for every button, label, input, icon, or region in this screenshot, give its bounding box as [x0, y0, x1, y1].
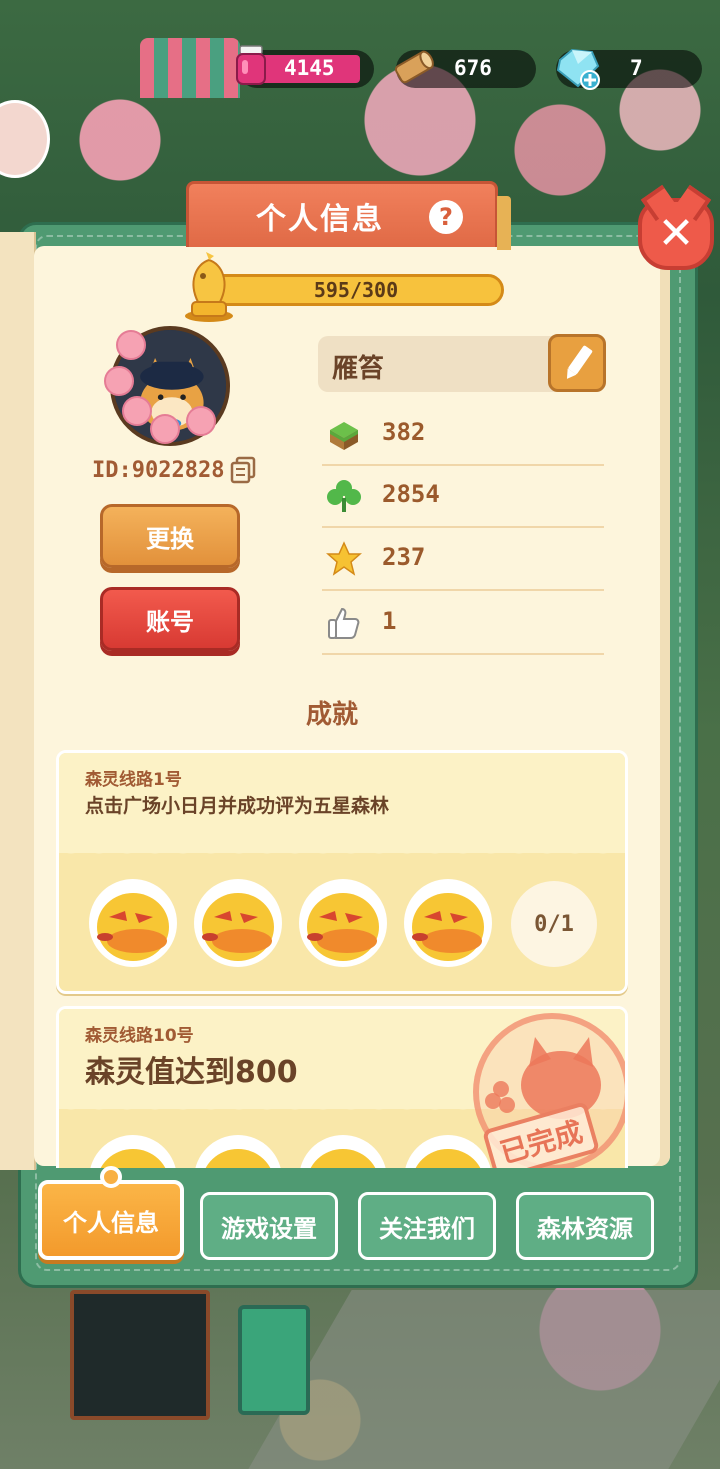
achievement-card: 森灵线路1号 点击广场小日月并成功评为五星森林 0/1 [56, 750, 628, 994]
reward-slot[interactable] [194, 1135, 282, 1168]
level-progress-bar: 595/300 [208, 274, 504, 306]
reward-slot[interactable] [89, 1135, 177, 1168]
wood-resource[interactable]: 676 [394, 50, 536, 88]
clover-icon [327, 480, 361, 512]
ink-value: 4145 [284, 56, 335, 80]
achievements-title: 成就 [305, 700, 358, 730]
achievement-subtitle: 森灵线路1号 [85, 770, 182, 790]
duck-reward-icon [310, 1149, 376, 1168]
panel-title: 个人信息 [256, 201, 384, 237]
ink-resource[interactable]: 4145 [236, 45, 374, 88]
level-progress-text: 595/300 [313, 278, 399, 302]
avatar-flower [122, 396, 152, 426]
reward-slot[interactable] [299, 1135, 387, 1168]
duck-reward-icon [415, 1149, 481, 1168]
avatar-flower [186, 406, 216, 436]
achievement-card: 森灵线路10号 森灵值达到800 已完成 [56, 1006, 628, 1168]
shop-awning [140, 38, 240, 98]
close-button[interactable]: ✕ [638, 198, 714, 270]
tab-follow-us[interactable]: 关注我们 [358, 1192, 496, 1260]
stat-value: 382 [382, 418, 426, 446]
duck-reward-icon [412, 893, 484, 961]
achievement-description: 森灵值达到800 [85, 1055, 298, 1090]
stat-row-likes: 1 [322, 595, 604, 655]
achievement-list[interactable]: 森灵线路1号 点击广场小日月并成功评为五星森林 0/1 森灵线路10号 森灵值达… [52, 744, 632, 1168]
stat-row-star: 237 [322, 531, 604, 591]
achievement-progress: 0/1 [511, 881, 597, 967]
duck-reward-icon [205, 1149, 271, 1168]
copy-icon[interactable] [228, 455, 258, 485]
completed-stamp: 已完成 [473, 1013, 625, 1168]
reward-slot[interactable] [404, 1135, 492, 1168]
change-avatar-button[interactable]: 更换 [100, 504, 240, 568]
grass-block-icon [330, 422, 358, 450]
gem-value: 7 [630, 56, 643, 80]
stat-value: 237 [382, 543, 426, 571]
phone-booth [238, 1305, 310, 1415]
ink-jar-icon [234, 44, 268, 88]
avatar-flower [116, 330, 146, 360]
tab-pin [100, 1166, 122, 1188]
duck-reward-icon [307, 893, 379, 961]
diamond-icon [554, 46, 602, 92]
reward-slot[interactable] [194, 879, 282, 967]
avatar-flower [104, 366, 134, 396]
star-icon [326, 541, 362, 576]
close-icon: ✕ [657, 208, 695, 259]
reward-slot[interactable] [404, 879, 492, 967]
account-button[interactable]: 账号 [100, 587, 240, 651]
tab-label: 关注我们 [379, 1214, 475, 1243]
help-icon[interactable]: ? [429, 200, 463, 234]
stat-value: 2854 [382, 480, 440, 508]
gem-resource[interactable]: 7 [556, 48, 702, 90]
pencil-icon [566, 345, 593, 379]
panel-title-tab: 个人信息 ? [186, 181, 511, 250]
reward-slot[interactable] [89, 879, 177, 967]
tab-forest-resources[interactable]: 森林资源 [516, 1192, 654, 1260]
wood-value: 676 [454, 56, 492, 80]
duck-reward-icon [202, 893, 274, 961]
player-id: ID:9022828 [92, 458, 225, 483]
achievement-description: 点击广场小日月并成功评为五星森林 [85, 795, 390, 817]
avatar-flower [150, 414, 180, 444]
wood-log-icon [392, 44, 436, 88]
stat-value: 1 [382, 607, 397, 635]
reward-slot[interactable] [299, 879, 387, 967]
achievement-subtitle: 森灵线路10号 [85, 1026, 194, 1046]
edit-name-button[interactable] [548, 334, 606, 392]
player-name: 雁笞 [332, 354, 385, 384]
stat-row-land: 382 [322, 406, 604, 466]
tab-profile[interactable]: 个人信息 [38, 1166, 184, 1260]
tab-label: 游戏设置 [221, 1214, 317, 1243]
duck-reward-icon [97, 893, 169, 961]
stat-row-clover: 2854 [322, 468, 604, 528]
trophy-icon [178, 252, 240, 324]
tab-label: 森林资源 [537, 1214, 633, 1243]
thumbs-up-icon [328, 607, 360, 639]
tab-game-settings[interactable]: 游戏设置 [200, 1192, 338, 1260]
tab-label: 个人信息 [63, 1208, 159, 1237]
vending-shop [70, 1290, 210, 1420]
duck-reward-icon [100, 1149, 166, 1168]
